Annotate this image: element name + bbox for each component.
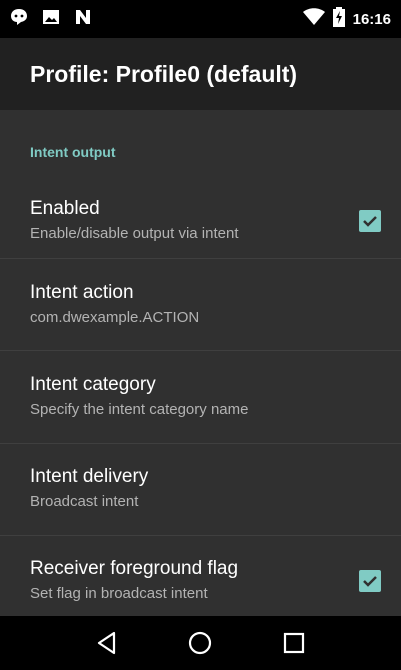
- pref-intent-category[interactable]: Intent category Specify the intent categ…: [0, 362, 401, 432]
- status-bar: 16:16: [0, 0, 401, 38]
- back-button[interactable]: [87, 623, 127, 663]
- pref-summary: Broadcast intent: [30, 493, 139, 510]
- divider: [0, 258, 401, 259]
- page-title: Profile: Profile0 (default): [30, 60, 298, 87]
- pref-title: Enabled: [30, 198, 100, 219]
- home-button[interactable]: [180, 623, 220, 663]
- divider: [0, 443, 401, 444]
- n-notification-icon: [74, 8, 92, 31]
- recents-icon: [284, 632, 305, 654]
- enabled-checkbox[interactable]: [359, 210, 381, 232]
- app-bar: Profile: Profile0 (default): [0, 38, 401, 110]
- divider: [0, 350, 401, 351]
- divider: [0, 535, 401, 536]
- battery-charging-icon: [332, 6, 345, 32]
- back-icon: [97, 631, 115, 655]
- pref-intent-delivery[interactable]: Intent delivery Broadcast intent: [0, 454, 401, 524]
- pref-summary: Specify the intent category name: [30, 401, 249, 418]
- preferences-list: Intent output Enabled Enable/disable out…: [0, 110, 401, 616]
- pref-summary: Enable/disable output via intent: [30, 225, 239, 242]
- pref-title: Intent delivery: [30, 466, 149, 487]
- chat-bubble-icon: [10, 8, 28, 31]
- image-icon: [42, 8, 60, 31]
- pref-intent-action[interactable]: Intent action com.dwexample.ACTION: [0, 270, 401, 340]
- pref-summary: com.dwexample.ACTION: [30, 309, 200, 326]
- check-icon: [363, 576, 377, 587]
- pref-receiver-foreground-flag[interactable]: Receiver foreground flag Set flag in bro…: [0, 548, 401, 614]
- pref-title: Intent action: [30, 282, 134, 303]
- section-header: Intent output: [30, 144, 116, 160]
- status-time: 16:16: [352, 10, 391, 28]
- receiver-foreground-checkbox[interactable]: [359, 570, 381, 592]
- nav-bar: [0, 616, 401, 670]
- wifi-icon: [302, 7, 325, 31]
- recents-button[interactable]: [274, 623, 314, 663]
- pref-enabled[interactable]: Enabled Enable/disable output via intent: [0, 182, 401, 260]
- pref-summary: Set flag in broadcast intent: [30, 585, 208, 602]
- pref-title: Receiver foreground flag: [30, 558, 239, 579]
- pref-title: Intent category: [30, 374, 156, 395]
- check-icon: [363, 216, 377, 227]
- home-icon: [189, 631, 212, 655]
